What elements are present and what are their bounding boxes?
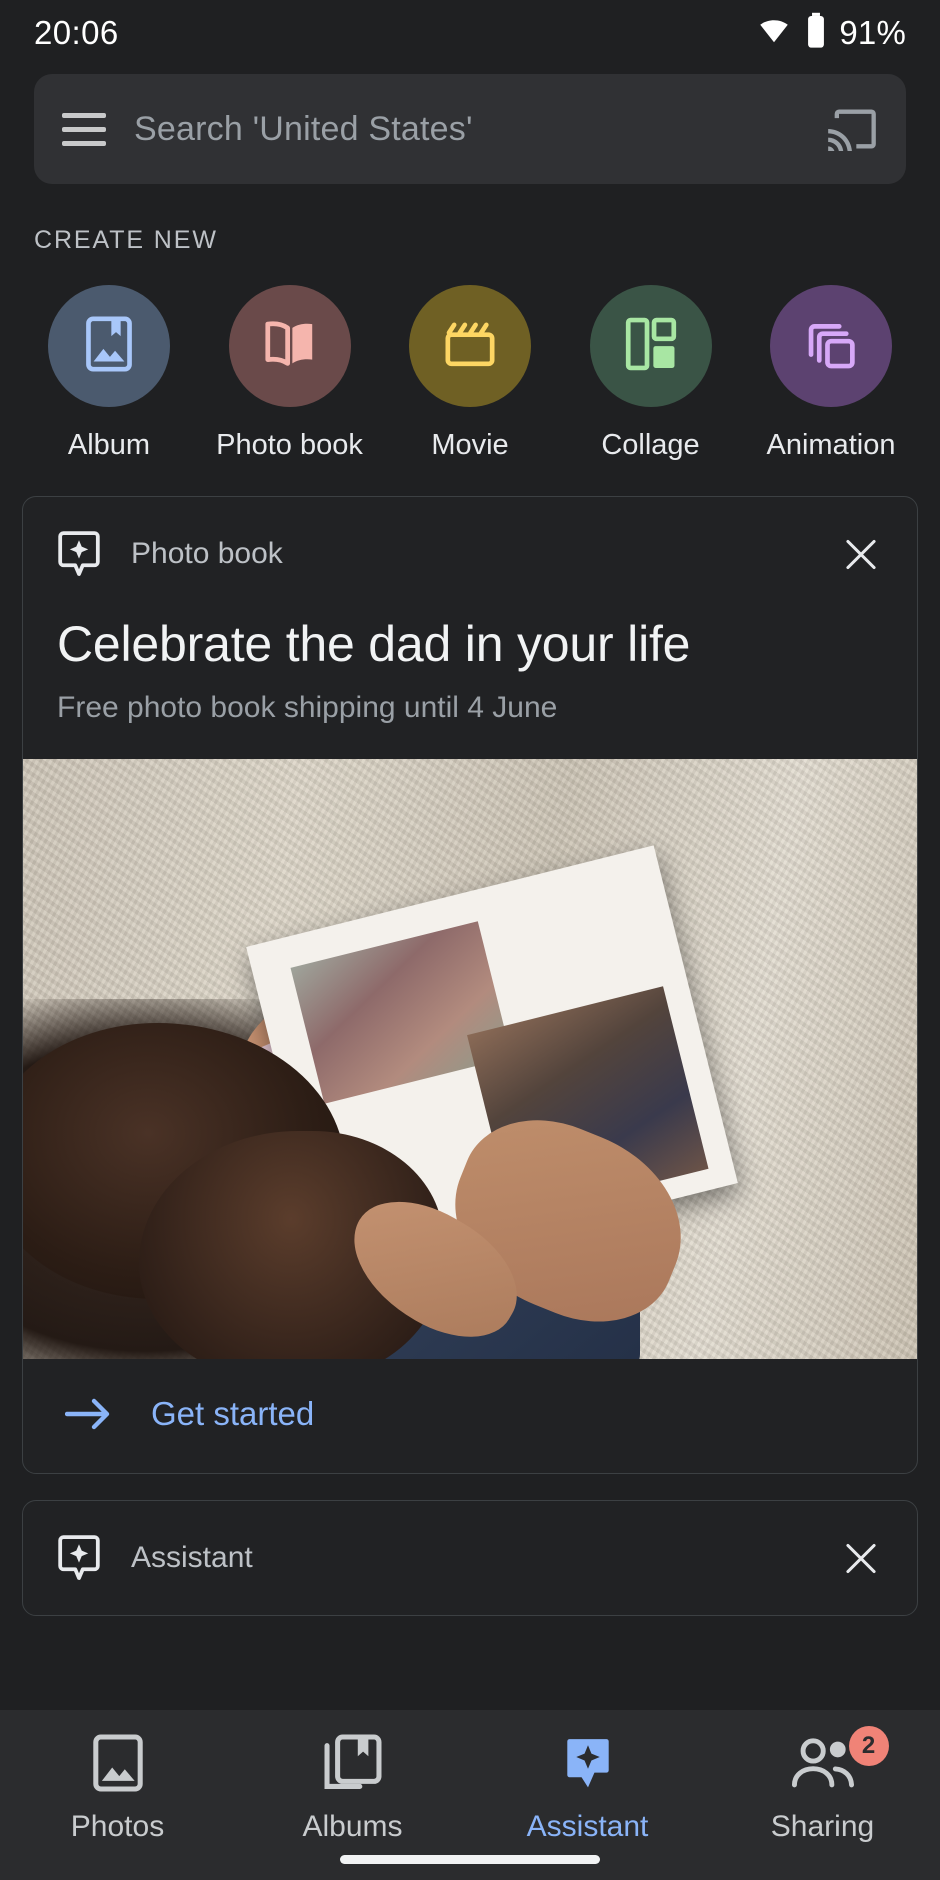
nav-item-photos[interactable]: Photos [0, 1732, 235, 1844]
status-badge: 2 [848, 1726, 889, 1766]
hamburger-menu-icon[interactable] [62, 112, 106, 146]
create-item-label: Movie [431, 429, 509, 461]
create-new-title: CREATE NEW [34, 226, 218, 254]
status-indicators: 91% [755, 12, 906, 55]
battery-icon [805, 12, 827, 55]
people-icon: 2 [791, 1726, 889, 1794]
create-item-label: Animation [766, 429, 896, 461]
nav-label: Sharing [770, 1810, 875, 1843]
home-indicator [340, 1855, 600, 1864]
book-icon [261, 318, 319, 375]
card-subtitle: Free photo book shipping until 4 June [57, 691, 558, 724]
album-circle [48, 285, 170, 407]
nav-label: Photos [70, 1810, 165, 1843]
create-item-label: Collage [601, 429, 700, 461]
create-item-label: Photo book [216, 429, 363, 461]
nav-label: Albums [302, 1810, 403, 1843]
assistant-card-photo-book[interactable]: Photo book Celebrate the dad in your lif… [22, 496, 918, 1474]
card-header: Assistant [23, 1501, 917, 1615]
search-bar[interactable]: Search 'United States' [34, 74, 906, 184]
nav-label: Assistant [526, 1810, 649, 1843]
create-item-collage[interactable]: Collage [576, 285, 726, 462]
wifi-icon [755, 16, 793, 51]
search-input[interactable]: Search 'United States' [134, 110, 798, 149]
battery-percent: 91% [839, 14, 906, 51]
assistant-card-icon [57, 1535, 101, 1581]
search-bar-container: Search 'United States' [0, 66, 940, 184]
album-icon [84, 315, 134, 377]
assistant-card-icon [57, 531, 101, 577]
close-icon[interactable] [839, 1536, 883, 1580]
collage-icon [625, 317, 677, 376]
assistant-card-list: Photo book Celebrate the dad in your lif… [0, 462, 940, 1880]
close-icon[interactable] [839, 532, 883, 576]
card-title: Celebrate the dad in your life [57, 616, 691, 672]
create-item-label: Album [67, 429, 151, 461]
layers-icon [804, 317, 858, 376]
get-started-label: Get started [151, 1395, 315, 1432]
card-kind-label: Photo book [131, 537, 283, 570]
status-time: 20:06 [34, 14, 119, 51]
albums-icon [324, 1732, 382, 1794]
bottom-navigation: Photos Albums Assistant 2 Sharing [0, 1710, 940, 1880]
card-header: Photo book [23, 497, 917, 595]
nav-item-sharing[interactable]: 2 Sharing [705, 1726, 940, 1844]
movie-circle [409, 285, 531, 407]
nav-item-albums[interactable]: Albums [235, 1732, 470, 1844]
photo-book-circle [228, 285, 351, 407]
create-item-movie[interactable]: Movie [395, 285, 545, 462]
create-item-album[interactable]: Album [34, 285, 184, 462]
status-bar: 20:06 91% [0, 0, 940, 66]
assistant-icon [565, 1732, 611, 1794]
assistant-card-assistant[interactable]: Assistant [22, 1500, 918, 1616]
animation-circle [770, 285, 892, 407]
photo-icon [92, 1732, 144, 1794]
arrow-right-icon [64, 1397, 113, 1431]
create-item-photo-book[interactable]: Photo book [215, 285, 365, 462]
collage-circle [589, 285, 712, 407]
clapperboard-icon [442, 318, 498, 375]
card-kind-label: Assistant [131, 1541, 253, 1574]
cast-icon[interactable] [826, 107, 878, 153]
create-new-row: Album Photo book Movie Collage Animation [0, 255, 940, 462]
create-item-animation[interactable]: Animation [756, 285, 906, 462]
get-started-button[interactable]: Get started [23, 1359, 917, 1473]
nav-item-assistant[interactable]: Assistant [470, 1732, 705, 1844]
card-photo[interactable] [23, 759, 917, 1359]
app-window: 20:06 91% Search 'United States' CREATE … [0, 0, 940, 1880]
